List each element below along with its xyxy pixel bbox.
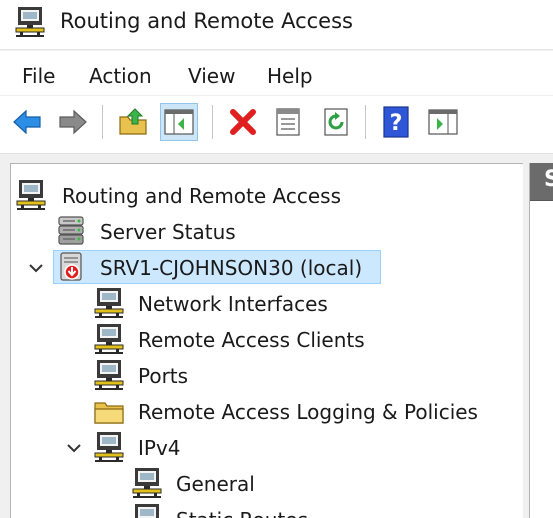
back-button[interactable] xyxy=(8,103,46,141)
window-title: Routing and Remote Access xyxy=(60,9,353,33)
show-action-pane-button[interactable] xyxy=(424,103,462,141)
properties-button[interactable] xyxy=(269,103,307,141)
tree-node-label: IPv4 xyxy=(138,436,181,460)
menu-file[interactable]: File xyxy=(22,64,55,88)
folder-icon xyxy=(93,395,125,427)
server-local-icon xyxy=(55,251,87,283)
tree-node-static-routes[interactable]: Static Routes xyxy=(131,502,511,518)
tree-node-label: SRV1-CJOHNSON30 (local) xyxy=(100,256,363,280)
tree-node-label: Server Status xyxy=(100,220,236,244)
show-action-pane-icon xyxy=(428,109,458,135)
tree-node-server[interactable]: SRV1-CJOHNSON30 (local) xyxy=(53,250,515,284)
network-icon xyxy=(93,323,125,355)
tree-node-logging-policies[interactable]: Remote Access Logging & Policies xyxy=(93,394,513,428)
tree-node-label: Remote Access Logging & Policies xyxy=(138,400,478,424)
back-arrow-icon xyxy=(13,109,41,135)
tree-node-label: Remote Access Clients xyxy=(138,328,365,352)
chevron-down-icon[interactable] xyxy=(27,259,45,277)
help-button[interactable]: ? xyxy=(377,103,415,141)
tree-node-label: Routing and Remote Access xyxy=(62,184,342,208)
toolbar-separator xyxy=(102,105,103,139)
details-pane-header: S xyxy=(530,163,553,201)
menu-bar: File Action View Help xyxy=(0,51,553,95)
chevron-down-icon[interactable] xyxy=(65,439,83,457)
help-icon: ? xyxy=(383,106,409,138)
forward-arrow-icon xyxy=(59,109,87,135)
tree-node-label: Network Interfaces xyxy=(138,292,328,316)
menu-action[interactable]: Action xyxy=(89,64,152,88)
tree-node-label: Static Routes xyxy=(176,508,308,518)
content-area: Routing and Remote Access Server Status … xyxy=(0,155,553,518)
refresh-icon xyxy=(324,108,348,136)
tree-node-general[interactable]: General xyxy=(131,466,511,500)
forward-button[interactable] xyxy=(54,103,92,141)
show-hide-console-tree-icon xyxy=(164,109,194,135)
tree-node-remote-access-clients[interactable]: Remote Access Clients xyxy=(93,322,513,356)
console-tree[interactable]: Routing and Remote Access Server Status … xyxy=(10,163,523,518)
toolbar-separator xyxy=(365,105,366,139)
tree-node-ports[interactable]: Ports xyxy=(93,358,513,392)
properties-icon xyxy=(276,108,300,136)
network-icon xyxy=(15,179,47,211)
menu-view[interactable]: View xyxy=(188,64,235,88)
server-stack-icon xyxy=(55,215,87,247)
details-pane: S xyxy=(529,163,553,518)
toolbar-separator xyxy=(212,105,213,139)
delete-icon xyxy=(230,109,256,135)
title-bar: Routing and Remote Access xyxy=(0,0,553,50)
tree-node-root[interactable]: Routing and Remote Access xyxy=(15,178,515,212)
network-icon xyxy=(131,467,163,499)
refresh-button[interactable] xyxy=(317,103,355,141)
tree-node-ipv4[interactable]: IPv4 xyxy=(93,430,513,464)
toolbar: ? xyxy=(0,96,553,154)
tree-node-label: General xyxy=(176,472,255,496)
network-icon xyxy=(93,287,125,319)
delete-button[interactable] xyxy=(224,103,262,141)
details-pane-header-text: S xyxy=(544,167,553,192)
tree-node-label: Ports xyxy=(138,364,189,388)
menu-help[interactable]: Help xyxy=(267,64,313,88)
show-hide-console-tree-button[interactable] xyxy=(160,103,198,141)
network-icon xyxy=(93,431,125,463)
svg-text:?: ? xyxy=(390,111,403,136)
network-icon xyxy=(131,503,163,518)
up-one-level-icon xyxy=(119,108,147,135)
network-icon xyxy=(93,359,125,391)
tree-node-server-status[interactable]: Server Status xyxy=(55,214,515,248)
tree-node-network-interfaces[interactable]: Network Interfaces xyxy=(93,286,513,320)
up-one-level-button[interactable] xyxy=(114,103,152,141)
routing-app-icon xyxy=(14,6,46,38)
